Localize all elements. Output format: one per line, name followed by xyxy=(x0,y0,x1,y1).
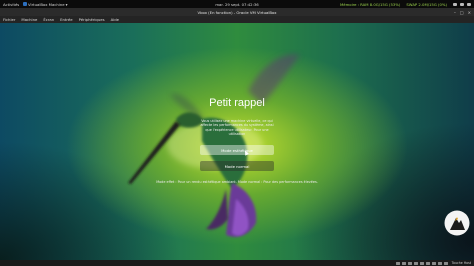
network-icon[interactable] xyxy=(413,261,418,265)
network-icon xyxy=(453,2,457,6)
top-bar: Activités VirtualBox Machine ▾ mar. 29 s… xyxy=(0,0,474,8)
menu-peripheriques[interactable]: Périphériques xyxy=(79,17,105,22)
display-icon[interactable] xyxy=(431,261,436,265)
vm-status-bar: Touche Host xyxy=(0,260,474,266)
power-icon xyxy=(467,2,471,6)
volume-icon xyxy=(460,2,464,6)
menu-entree[interactable]: Entrée xyxy=(60,17,72,22)
clock[interactable]: mar. 29 sept. 07:42:36 xyxy=(215,2,258,7)
maximize-button[interactable]: □ xyxy=(460,10,464,15)
hummingbird-wallpaper xyxy=(128,54,300,237)
minimize-button[interactable]: – xyxy=(454,10,456,15)
distro-logo-icon xyxy=(444,210,470,236)
window-controls: – □ × xyxy=(454,10,471,15)
app-menu-label: VirtualBox Machine xyxy=(28,1,65,7)
menu-fichier[interactable]: Fichier xyxy=(3,17,15,22)
audio-icon[interactable] xyxy=(407,261,412,265)
app-menu[interactable]: VirtualBox Machine ▾ xyxy=(23,2,67,7)
normal-mode-button[interactable]: Mode normal xyxy=(200,161,274,171)
system-menu[interactable] xyxy=(453,2,471,6)
menu-machine[interactable]: Machine xyxy=(21,17,37,22)
menu-ecran[interactable]: Écran xyxy=(43,17,54,22)
host-key-label[interactable]: Touche Host xyxy=(452,261,471,265)
guest-display[interactable]: Petit rappel Vous utilisez une machine v… xyxy=(0,23,474,260)
memory-monitor[interactable]: Mémoire : RAM 8.0G/15G (53%) xyxy=(340,2,400,7)
shared-folder-icon[interactable] xyxy=(425,261,430,265)
menu-bar: Fichier Machine Écran Entrée Périphériqu… xyxy=(0,16,474,23)
swap-monitor[interactable]: SWAP 2.0M/15G (0%) xyxy=(406,2,447,7)
mode-note: Mode effet : Pour un rendu esthétique am… xyxy=(156,180,318,184)
menu-aide[interactable]: Aide xyxy=(111,17,119,22)
dialog-title: Petit rappel xyxy=(209,97,265,109)
mouse-integration-icon[interactable] xyxy=(443,261,448,265)
aesthetic-mode-button[interactable]: Mode esthétique xyxy=(200,145,274,155)
system-tray: Mémoire : RAM 8.0G/15G (53%) SWAP 2.0M/1… xyxy=(340,2,471,7)
chevron-down-icon: ▾ xyxy=(65,1,68,7)
activities-button[interactable]: Activités xyxy=(3,2,19,7)
usb-icon[interactable] xyxy=(419,261,424,265)
dialog-description: Vous utilisez une machine virtuelle, ce … xyxy=(200,119,274,137)
hdd-icon[interactable] xyxy=(395,261,400,265)
window-title: Vbox (En fonction) - Oracle VM VirtualBo… xyxy=(197,9,277,15)
optical-icon[interactable] xyxy=(401,261,406,265)
window-titlebar[interactable]: Vbox (En fonction) - Oracle VM VirtualBo… xyxy=(0,8,474,16)
virtualbox-icon xyxy=(23,2,27,6)
close-button[interactable]: × xyxy=(468,10,471,15)
recording-icon[interactable] xyxy=(437,261,442,265)
